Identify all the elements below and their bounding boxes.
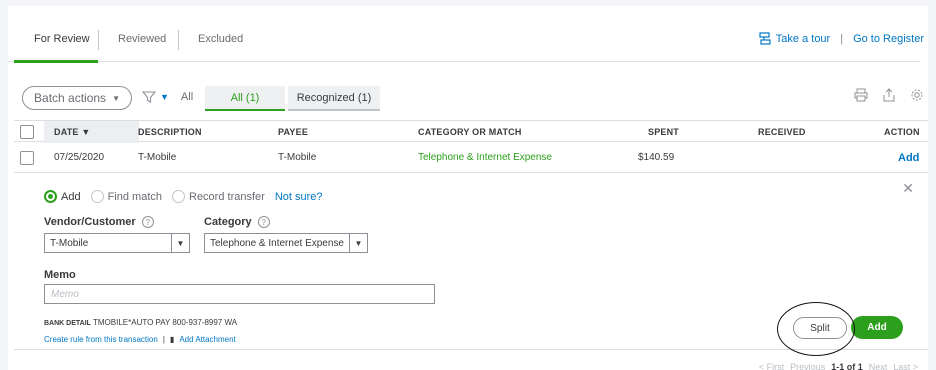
category-value: Telephone & Internet Expense (210, 237, 344, 249)
close-icon[interactable]: ✕ (902, 180, 914, 197)
vendor-label: Vendor/Customer ? (44, 216, 154, 228)
table-header: DATE ▼ DESCRIPTION PAYEE CATEGORY OR MAT… (14, 120, 928, 143)
chevron-down-icon: ▼ (112, 93, 120, 103)
chevron-down-icon: ▼ (349, 234, 367, 252)
header-category: CATEGORY OR MATCH (418, 127, 522, 137)
bank-detail-value: TMOBILE*AUTO PAY 800-937-8997 WA (93, 318, 238, 327)
tab-divider (178, 30, 179, 50)
take-a-tour-link[interactable]: Take a tour (776, 33, 830, 45)
tab-for-review[interactable]: For Review (34, 33, 90, 45)
radio-off-icon (172, 190, 185, 203)
table-row[interactable]: 07/25/2020 T-Mobile T-Mobile Telephone &… (14, 143, 928, 173)
batch-actions-label: Batch actions (34, 91, 107, 105)
memo-input[interactable]: Memo (44, 284, 435, 304)
tab-excluded[interactable]: Excluded (198, 33, 243, 45)
top-links: Take a tour | Go to Register (758, 32, 924, 46)
pager-range: 1-1 of 1 (831, 362, 863, 370)
rule-link-separator: | (162, 335, 165, 344)
header-received: RECEIVED (758, 127, 806, 137)
row-checkbox[interactable] (20, 151, 34, 165)
category-label-text: Category (204, 216, 252, 228)
header-spent: SPENT (648, 127, 680, 137)
segment-recognized[interactable]: Recognized (1) (288, 86, 380, 111)
rule-links: Create rule from this transaction | ▮ Ad… (44, 335, 236, 344)
help-icon[interactable]: ? (141, 216, 154, 228)
header-payee: PAYEE (278, 127, 309, 137)
chevron-down-icon: ▼ (171, 234, 189, 252)
link-separator: | (840, 33, 844, 45)
filter-icon (142, 91, 156, 103)
annotation-circle (777, 302, 855, 356)
active-tab-indicator (14, 60, 98, 63)
add-attachment-link[interactable]: Add Attachment (179, 335, 235, 344)
row-date: 07/25/2020 (54, 152, 105, 163)
pager-first[interactable]: < First (759, 362, 784, 370)
help-icon[interactable]: ? (257, 216, 270, 228)
radio-on-icon (44, 190, 57, 203)
radio-add[interactable]: Add (44, 190, 81, 203)
radio-find-label: Find match (107, 190, 162, 203)
go-to-register-link[interactable]: Go to Register (853, 33, 924, 45)
header-action: ACTION (884, 127, 920, 137)
batch-actions-button[interactable]: Batch actions ▼ (22, 86, 132, 110)
radio-add-label: Add (61, 190, 81, 203)
header-description: DESCRIPTION (138, 127, 202, 137)
radio-off-icon (90, 190, 104, 203)
row-spent: $140.59 (638, 152, 675, 163)
tour-icon (758, 32, 772, 46)
print-icon[interactable] (854, 88, 868, 105)
tab-divider (98, 30, 99, 50)
export-icon[interactable] (882, 88, 896, 105)
vendor-select[interactable]: T-Mobile ▼ (44, 233, 190, 253)
filter-dropdown-icon: ▼ (160, 92, 169, 102)
bank-detail-label: BANK DETAIL (44, 320, 91, 327)
radio-transfer-label: Record transfer (189, 190, 265, 203)
action-radio-group: Add Find match Record transfer Not sure? (44, 190, 323, 203)
pager-last[interactable]: Last > (893, 362, 918, 370)
select-all-checkbox[interactable] (20, 125, 34, 139)
add-button[interactable]: Add (851, 316, 903, 339)
pager-previous[interactable]: Previous (790, 362, 825, 370)
pager-next[interactable]: Next (869, 362, 888, 370)
category-label: Category ? (204, 216, 270, 228)
row-add-link[interactable]: Add (898, 152, 919, 164)
row-description: T-Mobile (138, 152, 177, 163)
bank-detail: BANK DETAIL TMOBILE*AUTO PAY 800-937-899… (44, 318, 237, 327)
filter-label: All (180, 91, 194, 103)
radio-record-transfer[interactable]: Record transfer (172, 190, 265, 203)
memo-label: Memo (44, 269, 76, 281)
header-date[interactable]: DATE ▼ (54, 127, 90, 137)
row-category: Telephone & Internet Expense (418, 152, 552, 163)
tab-reviewed[interactable]: Reviewed (118, 33, 166, 45)
paperclip-icon: ▮ (169, 335, 175, 344)
segment-all[interactable]: All (1) (205, 86, 285, 111)
radio-find-match[interactable]: Find match (90, 190, 162, 203)
gear-icon[interactable] (910, 88, 924, 105)
vendor-label-text: Vendor/Customer (44, 216, 136, 228)
create-rule-link[interactable]: Create rule from this transaction (44, 335, 158, 344)
not-sure-link[interactable]: Not sure? (275, 191, 323, 203)
vendor-value: T-Mobile (50, 237, 89, 249)
category-select[interactable]: Telephone & Internet Expense ▼ (204, 233, 368, 253)
filter-control[interactable]: ▼ All (142, 90, 193, 104)
row-payee: T-Mobile (278, 152, 317, 163)
pagination: < First Previous 1-1 of 1 Next Last > (759, 362, 918, 370)
toolbar-icons (854, 88, 924, 105)
